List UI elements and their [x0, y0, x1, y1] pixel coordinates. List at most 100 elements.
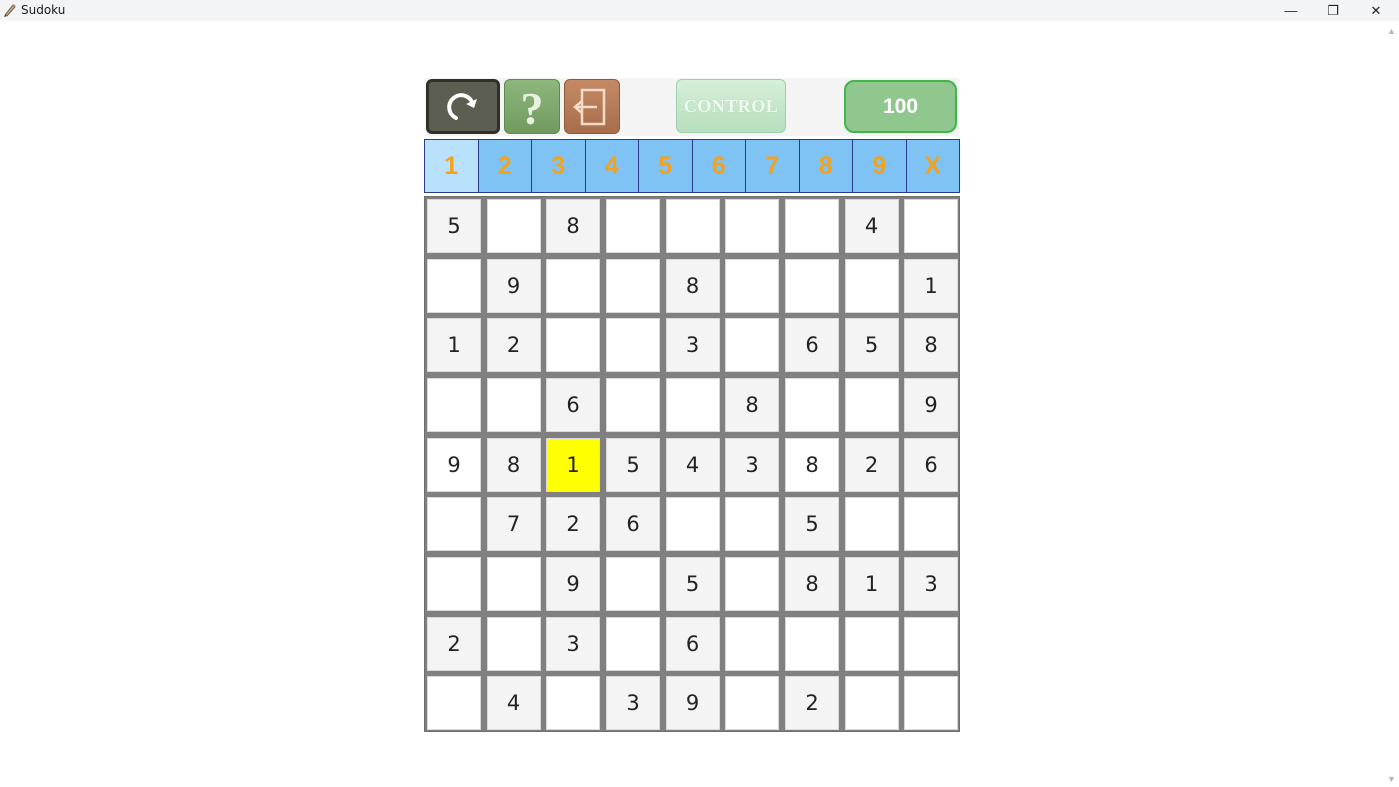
board-cell[interactable] [427, 258, 481, 313]
vertical-scrollbar[interactable] [1385, 22, 1399, 787]
board-cell[interactable]: 7 [486, 497, 541, 551]
board-cell[interactable]: 9 [486, 258, 541, 313]
board-cell[interactable]: 2 [844, 437, 899, 492]
board-cell[interactable]: 3 [665, 318, 720, 372]
number-picker-item[interactable]: 9 [853, 140, 906, 192]
board-cell[interactable]: 6 [606, 497, 660, 551]
board-cell[interactable] [606, 557, 660, 611]
board-cell[interactable] [665, 497, 720, 551]
board-cell[interactable]: 1 [427, 318, 481, 372]
board-cell[interactable]: 8 [785, 557, 839, 611]
board-cell[interactable] [665, 199, 720, 253]
board-cell[interactable]: 9 [546, 557, 600, 611]
board-cell[interactable]: 5 [844, 318, 899, 372]
board-cell[interactable]: 5 [606, 437, 660, 492]
board-cell[interactable] [725, 676, 779, 730]
board-cell[interactable]: 1 [904, 258, 958, 313]
board-cell[interactable] [546, 318, 600, 372]
board-cell[interactable] [606, 378, 660, 432]
number-picker-item[interactable]: 7 [746, 140, 799, 192]
board-cell[interactable] [546, 676, 600, 730]
board-cell[interactable] [486, 616, 541, 671]
board-cell[interactable] [785, 378, 839, 432]
board-cell[interactable] [427, 378, 481, 432]
board-cell[interactable] [904, 199, 958, 253]
board-cell[interactable]: 3 [606, 676, 660, 730]
board-cell[interactable] [606, 258, 660, 313]
number-picker-item[interactable]: X [906, 140, 959, 192]
board-cell[interactable]: 3 [904, 557, 958, 611]
board-cell[interactable]: 4 [486, 676, 541, 730]
board-cell[interactable]: 2 [427, 616, 481, 671]
number-picker-item[interactable]: 2 [478, 140, 531, 192]
board-cell[interactable] [546, 258, 600, 313]
board-cell[interactable] [785, 616, 839, 671]
number-picker-item[interactable]: 5 [639, 140, 692, 192]
number-picker-item[interactable]: 6 [692, 140, 745, 192]
undo-button[interactable] [426, 79, 500, 134]
exit-button[interactable] [564, 79, 620, 134]
board-cell[interactable]: 6 [546, 378, 600, 432]
board-cell[interactable] [606, 318, 660, 372]
help-button[interactable]: ? [504, 79, 560, 134]
board-cell[interactable] [785, 199, 839, 253]
number-picker-item[interactable]: 4 [585, 140, 638, 192]
board-cell[interactable]: 8 [785, 437, 839, 492]
board-cell[interactable] [427, 557, 481, 611]
board-cell[interactable]: 9 [427, 437, 481, 492]
board-cell[interactable]: 8 [725, 378, 779, 432]
board-cell[interactable]: 5 [427, 199, 481, 253]
board-cell[interactable]: 1 [546, 437, 600, 492]
board-cell[interactable]: 6 [665, 616, 720, 671]
number-picker-item[interactable]: 8 [799, 140, 852, 192]
board-cell[interactable] [486, 199, 541, 253]
board-cell[interactable] [725, 557, 779, 611]
board-cell[interactable]: 5 [665, 557, 720, 611]
board-cell[interactable]: 8 [665, 258, 720, 313]
board-cell[interactable]: 2 [785, 676, 839, 730]
board-cell[interactable] [844, 497, 899, 551]
board-cell[interactable] [427, 497, 481, 551]
board-cell[interactable] [844, 676, 899, 730]
board-cell[interactable]: 4 [844, 199, 899, 253]
number-picker-item[interactable]: 3 [532, 140, 585, 192]
number-picker-item[interactable]: 1 [425, 140, 478, 192]
board-cell[interactable] [904, 616, 958, 671]
board-cell[interactable]: 8 [546, 199, 600, 253]
board-cell[interactable]: 3 [725, 437, 779, 492]
control-button[interactable]: CONTROL [676, 79, 786, 133]
board-cell[interactable]: 6 [904, 437, 958, 492]
board-cell[interactable] [844, 378, 899, 432]
board-cell[interactable]: 9 [904, 378, 958, 432]
board-cell[interactable] [725, 199, 779, 253]
board-cell[interactable] [486, 557, 541, 611]
minimize-button[interactable]: — [1270, 0, 1312, 21]
maximize-button[interactable]: ❐ [1312, 0, 1354, 21]
close-button[interactable]: ✕ [1355, 0, 1397, 21]
board-cell[interactable]: 9 [665, 676, 720, 730]
board-cell[interactable] [427, 676, 481, 730]
board-cell[interactable] [606, 199, 660, 253]
board-cell[interactable]: 5 [785, 497, 839, 551]
board-cell[interactable]: 3 [546, 616, 600, 671]
board-cell[interactable] [606, 616, 660, 671]
board-cell[interactable] [486, 378, 541, 432]
board-cell[interactable]: 2 [546, 497, 600, 551]
board-cell[interactable] [844, 258, 899, 313]
scroll-up-icon[interactable]: ▲ [1387, 26, 1396, 36]
board-cell[interactable]: 1 [844, 557, 899, 611]
board-cell[interactable] [665, 378, 720, 432]
board-cell[interactable] [904, 676, 958, 730]
board-cell[interactable] [725, 497, 779, 551]
board-cell[interactable]: 8 [486, 437, 541, 492]
board-cell[interactable] [785, 258, 839, 313]
board-cell[interactable] [725, 616, 779, 671]
board-cell[interactable]: 4 [665, 437, 720, 492]
board-cell[interactable] [725, 318, 779, 372]
board-cell[interactable] [844, 616, 899, 671]
board-cell[interactable] [725, 258, 779, 313]
board-cell[interactable]: 2 [486, 318, 541, 372]
scroll-down-icon[interactable]: ▼ [1387, 774, 1396, 784]
board-cell[interactable]: 6 [785, 318, 839, 372]
board-cell[interactable] [904, 497, 958, 551]
